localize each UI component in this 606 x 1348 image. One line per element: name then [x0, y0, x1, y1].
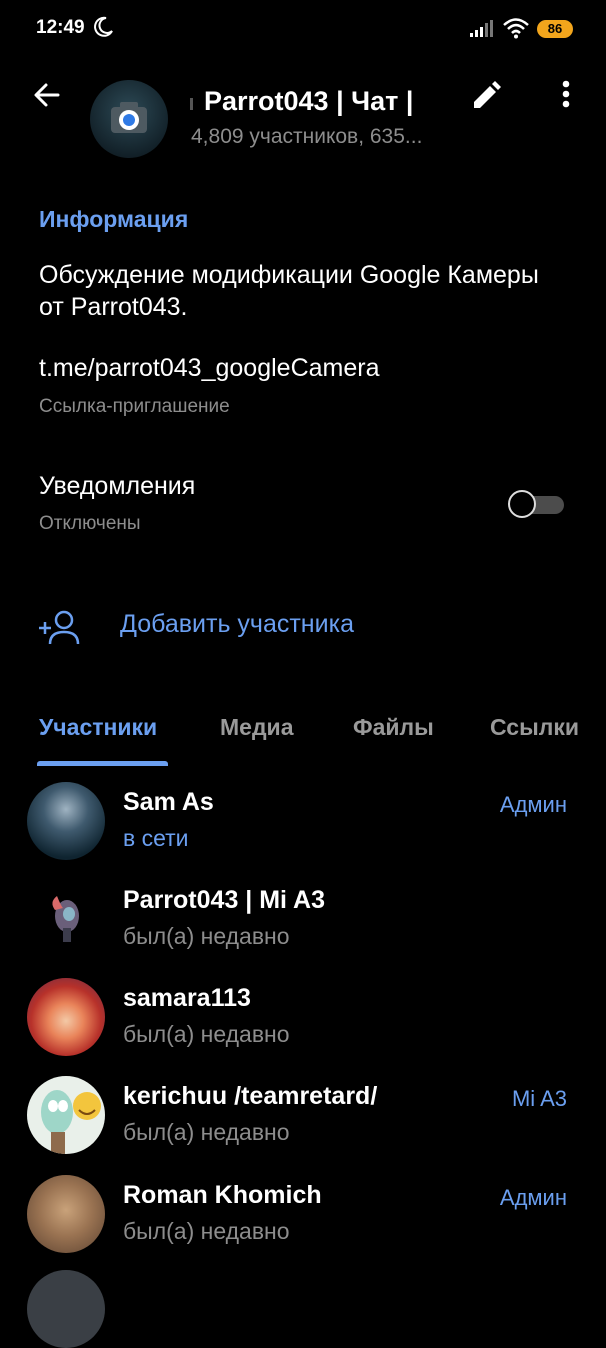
- member-row[interactable]: kerichuu /teamretard/ был(а) недавно Mi …: [0, 1076, 606, 1174]
- member-name: samara113: [123, 984, 251, 1012]
- back-arrow-icon[interactable]: [26, 74, 70, 118]
- member-role: Админ: [499, 792, 567, 817]
- tab-links[interactable]: Ссылки: [490, 714, 579, 741]
- avatar[interactable]: [27, 1270, 105, 1348]
- wifi-icon: [503, 18, 529, 39]
- avatar: [27, 1175, 105, 1253]
- member-status: в сети: [123, 825, 189, 851]
- add-person-icon: [39, 610, 80, 645]
- chat-avatar[interactable]: [90, 80, 168, 158]
- member-status: был(а) недавно: [123, 1119, 290, 1145]
- member-row[interactable]: Sam As в сети Админ: [0, 782, 606, 880]
- invite-link-caption: Ссылка-приглашение: [39, 396, 230, 417]
- member-status: был(а) недавно: [123, 1218, 290, 1244]
- moon-icon: [94, 16, 113, 37]
- member-name: Sam As: [123, 788, 214, 816]
- tab-members[interactable]: Участники: [39, 714, 157, 741]
- title-prefix-mark: [190, 98, 193, 110]
- signal-icon: [470, 20, 493, 37]
- invite-link[interactable]: t.me/parrot043_googleCamera: [39, 354, 379, 383]
- status-time: 12:49: [36, 17, 85, 38]
- member-row[interactable]: samara113 был(а) недавно: [0, 978, 606, 1076]
- chat-description: Обсуждение модификации Google Камеры от …: [39, 261, 539, 321]
- member-status: был(а) недавно: [123, 1021, 290, 1047]
- battery-indicator: 86: [537, 20, 573, 38]
- add-member-button[interactable]: Добавить участника: [0, 598, 606, 658]
- member-name: Parrot043 | Mi A3: [123, 886, 325, 914]
- tab-indicator: [37, 761, 168, 766]
- info-heading: Информация: [39, 206, 189, 232]
- avatar: [27, 880, 105, 958]
- tab-media[interactable]: Медиа: [220, 714, 293, 741]
- more-vert-icon[interactable]: [548, 74, 584, 118]
- chat-subtitle: 4,809 участников, 635...: [191, 125, 423, 148]
- add-member-label: Добавить участника: [120, 610, 354, 638]
- pencil-icon[interactable]: [466, 76, 506, 116]
- member-name: Roman Khomich: [123, 1181, 322, 1209]
- avatar: [27, 782, 105, 860]
- member-row[interactable]: Parrot043 | Mi A3 был(а) недавно: [0, 880, 606, 978]
- notifications-toggle[interactable]: [508, 488, 566, 520]
- tab-files[interactable]: Файлы: [353, 714, 434, 741]
- member-role: Админ: [499, 1185, 567, 1210]
- avatar: [27, 978, 105, 1056]
- notifications-label[interactable]: Уведомления: [39, 472, 195, 501]
- notifications-state: Отключены: [39, 513, 141, 534]
- member-name: kerichuu /teamretard/: [123, 1082, 378, 1110]
- member-row[interactable]: Roman Khomich был(а) недавно Админ: [0, 1175, 606, 1273]
- member-role: Mi A3: [511, 1086, 567, 1111]
- avatar: [27, 1076, 105, 1154]
- chat-title: Parrot043 | Чат |: [204, 86, 414, 116]
- member-status: был(а) недавно: [123, 923, 290, 949]
